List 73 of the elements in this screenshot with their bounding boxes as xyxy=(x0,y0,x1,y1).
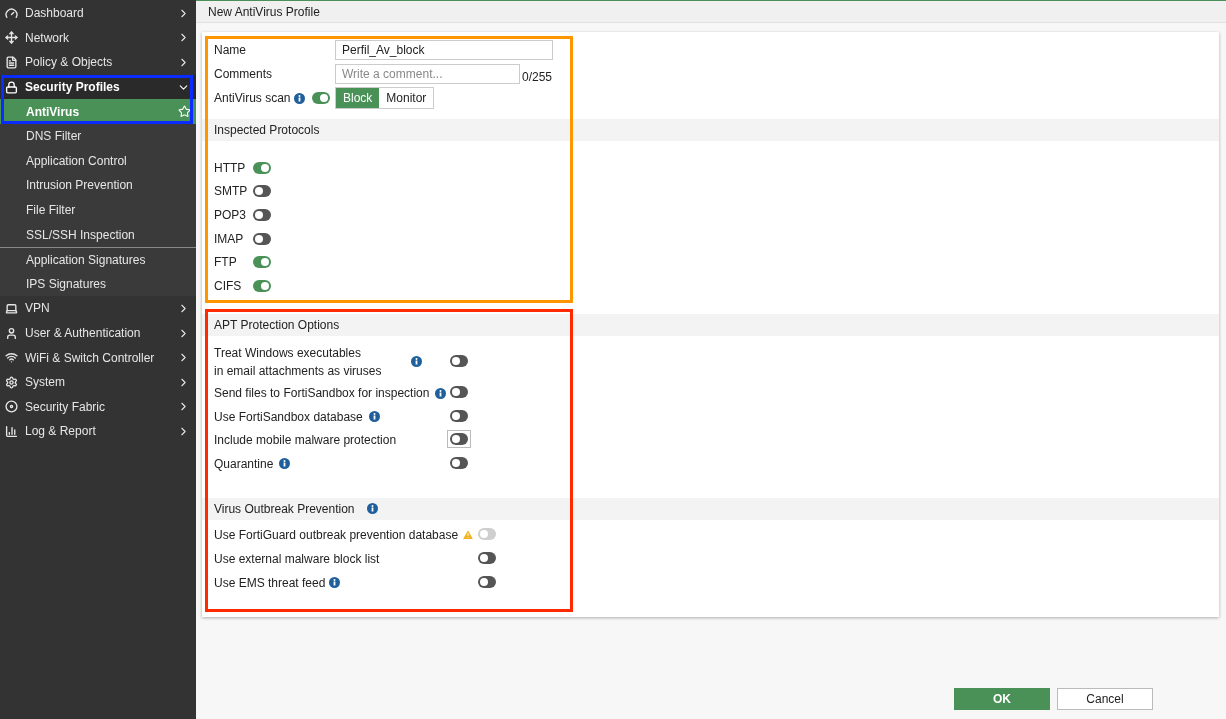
section-title: Virus Outbreak Prevention xyxy=(214,500,355,518)
comments-textarea[interactable]: Write a comment... xyxy=(335,63,520,84)
protocol-label: CIFS xyxy=(214,277,243,295)
sidebar-subitem[interactable]: Intrusion Prevention xyxy=(0,173,196,198)
toggle-switch[interactable] xyxy=(450,354,468,367)
toggle-switch[interactable] xyxy=(253,256,271,269)
info-icon xyxy=(411,356,423,368)
sidebar-subitem[interactable]: SSL/SSH Inspection xyxy=(0,222,196,247)
ok-button[interactable]: OK xyxy=(954,688,1050,710)
info-icon xyxy=(279,458,291,470)
document-icon xyxy=(5,56,18,69)
option-label: Use FortiGuard outbreak prevention database xyxy=(214,527,459,545)
arrows-icon xyxy=(5,31,18,45)
toggle-switch[interactable] xyxy=(253,279,271,292)
protocol-label: IMAP xyxy=(214,230,245,248)
gauge-icon xyxy=(5,6,18,20)
protocol-label: POP3 xyxy=(214,207,247,224)
sidebar-item[interactable]: VPN xyxy=(0,296,196,321)
sidebar-item[interactable]: WiFi & Switch Controller xyxy=(0,345,196,370)
mode-option[interactable]: Block xyxy=(336,88,380,108)
info-icon xyxy=(329,577,341,589)
toggle-switch[interactable] xyxy=(312,92,331,104)
sidebar-item[interactable]: System xyxy=(0,369,196,395)
option-label: Quarantine xyxy=(214,455,274,473)
field-label: AntiVirus scan xyxy=(214,90,291,107)
section-title: APT Protection Options xyxy=(214,316,340,334)
option-label: Use external malware block list xyxy=(214,550,380,568)
toggle-switch[interactable] xyxy=(450,386,468,399)
toggle-switch[interactable] xyxy=(450,409,468,422)
protocol-label: FTP xyxy=(214,254,238,272)
character-counter: 0/255 xyxy=(522,68,553,86)
sidebar-item[interactable]: Security Fabric xyxy=(0,394,196,420)
sidebar-subitem[interactable]: IPS Signatures xyxy=(0,271,196,297)
info-icon xyxy=(435,387,447,399)
wifi-icon xyxy=(5,351,18,365)
sidebar-subitem[interactable]: DNS Filter xyxy=(0,123,196,149)
sidebar-subitem[interactable]: File Filter xyxy=(0,197,196,223)
name-input[interactable]: Perfil_Av_block xyxy=(335,39,553,60)
lock-icon xyxy=(5,80,18,94)
protocol-label: SMTP xyxy=(214,183,249,201)
info-icon xyxy=(294,92,306,104)
toggle-switch[interactable] xyxy=(253,209,271,221)
user-icon xyxy=(5,326,18,340)
toggle-switch[interactable] xyxy=(253,161,271,174)
laptop-icon xyxy=(5,301,18,315)
page-title: New AntiVirus Profile xyxy=(208,3,320,21)
sidebar-item[interactable]: Network xyxy=(0,25,196,51)
section-title: Inspected Protocols xyxy=(214,122,320,139)
option-label: Include mobile malware protection xyxy=(214,432,397,450)
toggle-switch[interactable] xyxy=(253,232,271,245)
star-icon[interactable] xyxy=(178,105,191,119)
settings-icon xyxy=(5,375,18,389)
toggle-switch[interactable] xyxy=(478,551,496,564)
toggle-switch[interactable] xyxy=(450,456,468,469)
cancel-button[interactable]: Cancel xyxy=(1057,688,1153,710)
option-label: Send files to FortiSandbox for inspection xyxy=(214,385,430,403)
field-label: Comments xyxy=(214,65,273,83)
sidebar-item[interactable]: Log & Report xyxy=(0,419,196,444)
option-label: Use EMS threat feed xyxy=(214,574,326,592)
protocol-label: HTTP xyxy=(214,159,247,177)
sidebar-item[interactable]: Policy & Objects xyxy=(0,50,196,75)
option-label: Use FortiSandbox database xyxy=(214,408,363,426)
toggle-switch[interactable] xyxy=(478,575,496,588)
toggle-switch[interactable] xyxy=(253,185,271,198)
sidebar-subitem[interactable]: Application Control xyxy=(0,148,196,174)
info-icon xyxy=(368,411,380,423)
toggle-switch[interactable] xyxy=(450,433,468,446)
info-icon xyxy=(366,503,378,515)
bar-chart-icon xyxy=(5,424,18,438)
sidebar-item[interactable]: Dashboard xyxy=(0,1,196,26)
option-label: Treat Windows executables in email attachments as viruses xyxy=(214,344,382,380)
field-label: Name xyxy=(214,41,247,59)
sidebar-item[interactable]: User & Authentication xyxy=(0,320,196,346)
